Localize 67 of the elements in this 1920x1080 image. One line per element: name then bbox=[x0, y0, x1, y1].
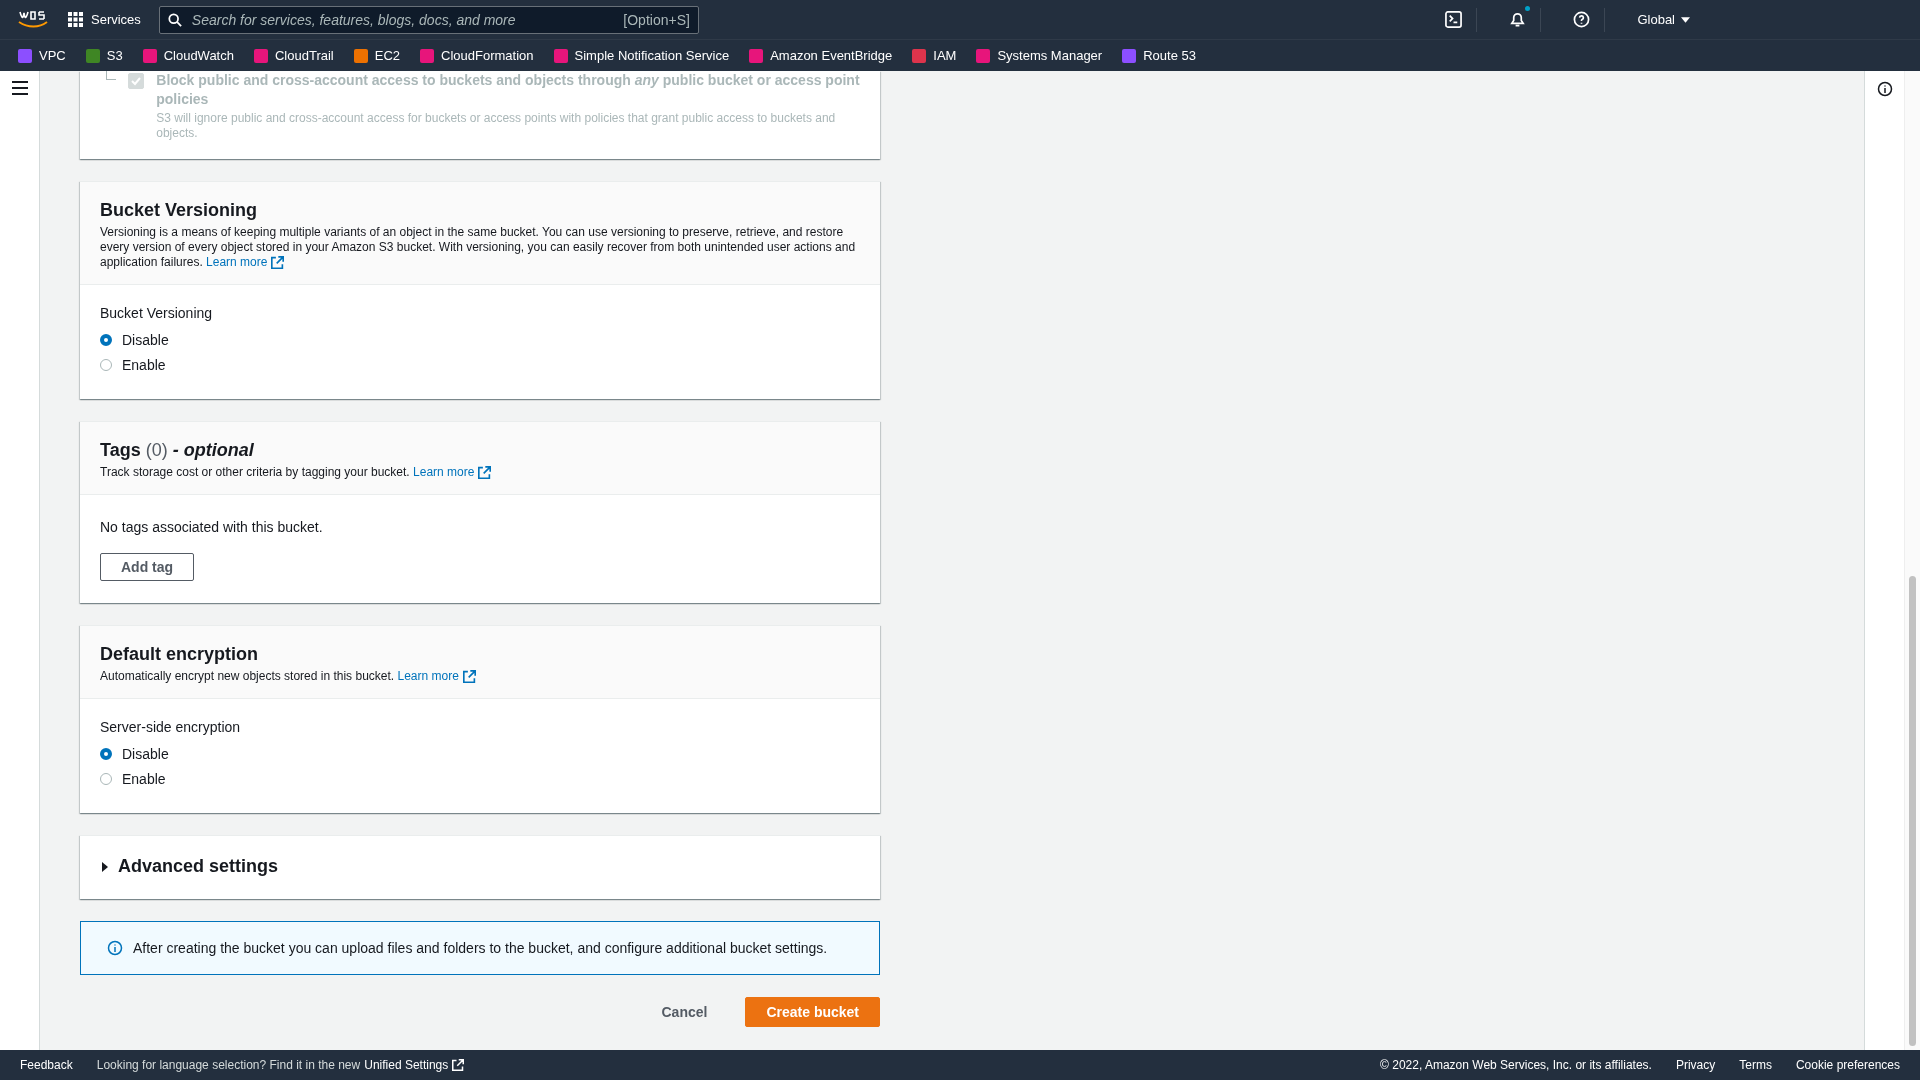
external-link-icon bbox=[271, 256, 285, 269]
radio-button[interactable] bbox=[100, 747, 112, 760]
radio-option[interactable]: Disable bbox=[100, 741, 860, 766]
favorite-service-link[interactable]: CloudFormation bbox=[420, 48, 534, 63]
terminal-icon bbox=[1445, 11, 1463, 28]
favorite-service-link[interactable]: VPC bbox=[18, 48, 66, 63]
region-menu[interactable]: Global bbox=[1623, 12, 1704, 27]
empty-message: No tags associated with this bucket. bbox=[100, 519, 324, 535]
info-icon bbox=[1876, 81, 1893, 97]
caret-icon bbox=[100, 861, 110, 872]
learn-more-link[interactable]: Learn more bbox=[397, 669, 476, 684]
help-icon bbox=[1573, 11, 1591, 28]
favorite-service-link[interactable]: S3 bbox=[85, 48, 123, 63]
search-icon bbox=[167, 12, 182, 27]
footer-link[interactable]: Cookie preferences bbox=[1795, 1058, 1900, 1072]
search-input[interactable]: Search for services, features, blogs, docs, and more bbox=[189, 10, 616, 29]
radio-option[interactable]: Enable bbox=[100, 766, 860, 791]
info-icon bbox=[107, 940, 123, 956]
learn-more-link[interactable]: Learn more bbox=[206, 255, 285, 270]
grid-icon bbox=[68, 12, 83, 27]
bell-icon bbox=[1509, 11, 1527, 28]
section-description: Automatically encrypt new objects stored in this bucket. Learn more bbox=[100, 669, 860, 684]
learn-more-link[interactable]: Learn more bbox=[413, 465, 492, 480]
favorite-service-link[interactable]: Simple Notification Service bbox=[553, 48, 730, 63]
favorite-service-link[interactable]: Route 53 bbox=[1122, 48, 1196, 63]
checkmark-icon bbox=[131, 76, 142, 86]
favorite-service-link[interactable]: CloudTrail bbox=[253, 48, 334, 63]
info-text: After creating the bucket you can upload files and folders to the bucket, and configure additional bucket settings. bbox=[133, 940, 828, 956]
menu-icon[interactable] bbox=[11, 81, 28, 95]
footer-link[interactable]: Terms bbox=[1739, 1058, 1772, 1072]
copyright-text: © 2022, Amazon Web Services, Inc. or its affiliates. bbox=[1380, 1058, 1652, 1072]
checkbox-description: S3 will ignore public and cross-account access for buckets or access points with policies that grant public access to buckets and objects. bbox=[156, 111, 837, 141]
advanced-settings-toggle[interactable]: Advanced settings bbox=[100, 856, 279, 877]
section-description: Versioning is a means of keeping multiple variants of an object in the same bucket. You can use versioning to preserve, retrieve, and restore every version of every object stored in your Amazon S3 bucket. With versioning, you can easily recover from both unintended user actions and application failures. Learn more bbox=[100, 225, 857, 270]
radio-button[interactable] bbox=[100, 358, 112, 371]
section-description: Track storage cost or other criteria by tagging your bucket. Learn more bbox=[100, 465, 860, 480]
feedback-link[interactable]: Feedback bbox=[20, 1058, 73, 1072]
shortcut-hint: [Option+S] bbox=[623, 11, 690, 28]
favorite-service-link[interactable]: IAM bbox=[912, 48, 957, 63]
radio-button[interactable] bbox=[100, 333, 112, 346]
checkbox-label: Block public and cross-account access to buckets and objects through any public bucket or access point policies bbox=[156, 71, 860, 109]
favorite-service-link[interactable]: CloudWatch bbox=[142, 48, 234, 63]
caret-icon bbox=[1681, 16, 1690, 23]
field-label: Server-side encryption bbox=[100, 719, 242, 735]
scrollbar-thumb[interactable] bbox=[1909, 576, 1916, 1046]
field-label: Bucket Versioning bbox=[100, 305, 214, 321]
favorite-service-link[interactable]: EC2 bbox=[353, 48, 401, 63]
radio-button[interactable] bbox=[100, 772, 112, 785]
section-title: Tags (0) - optional bbox=[100, 440, 255, 461]
services-menu-button[interactable]: Services bbox=[68, 12, 141, 27]
footer-link[interactable]: Privacy bbox=[1675, 1058, 1716, 1072]
notification-dot bbox=[1525, 5, 1531, 11]
external-link-icon bbox=[478, 466, 492, 479]
unified-settings-link[interactable]: Unified Settings bbox=[364, 1058, 465, 1072]
add-tag-button[interactable]: Add tag bbox=[100, 553, 195, 581]
favorite-service-link[interactable]: Amazon EventBridge bbox=[749, 48, 893, 63]
section-title: Bucket Versioning bbox=[100, 200, 259, 221]
cancel-button[interactable]: Cancel bbox=[641, 998, 728, 1026]
section-title: Default encryption bbox=[100, 644, 260, 665]
radio-option[interactable]: Enable bbox=[100, 352, 860, 377]
tree-connector bbox=[106, 71, 117, 80]
external-link-icon bbox=[452, 1059, 465, 1071]
radio-option[interactable]: Disable bbox=[100, 327, 860, 352]
search-bar[interactable]: Search for services, features, blogs, docs, and more [Option+S] bbox=[158, 5, 699, 34]
favorite-service-link[interactable]: Systems Manager bbox=[976, 48, 1103, 63]
language-note: Looking for language selection? Find it in the new Unified Settings bbox=[96, 1058, 465, 1072]
external-link-icon bbox=[462, 670, 476, 683]
